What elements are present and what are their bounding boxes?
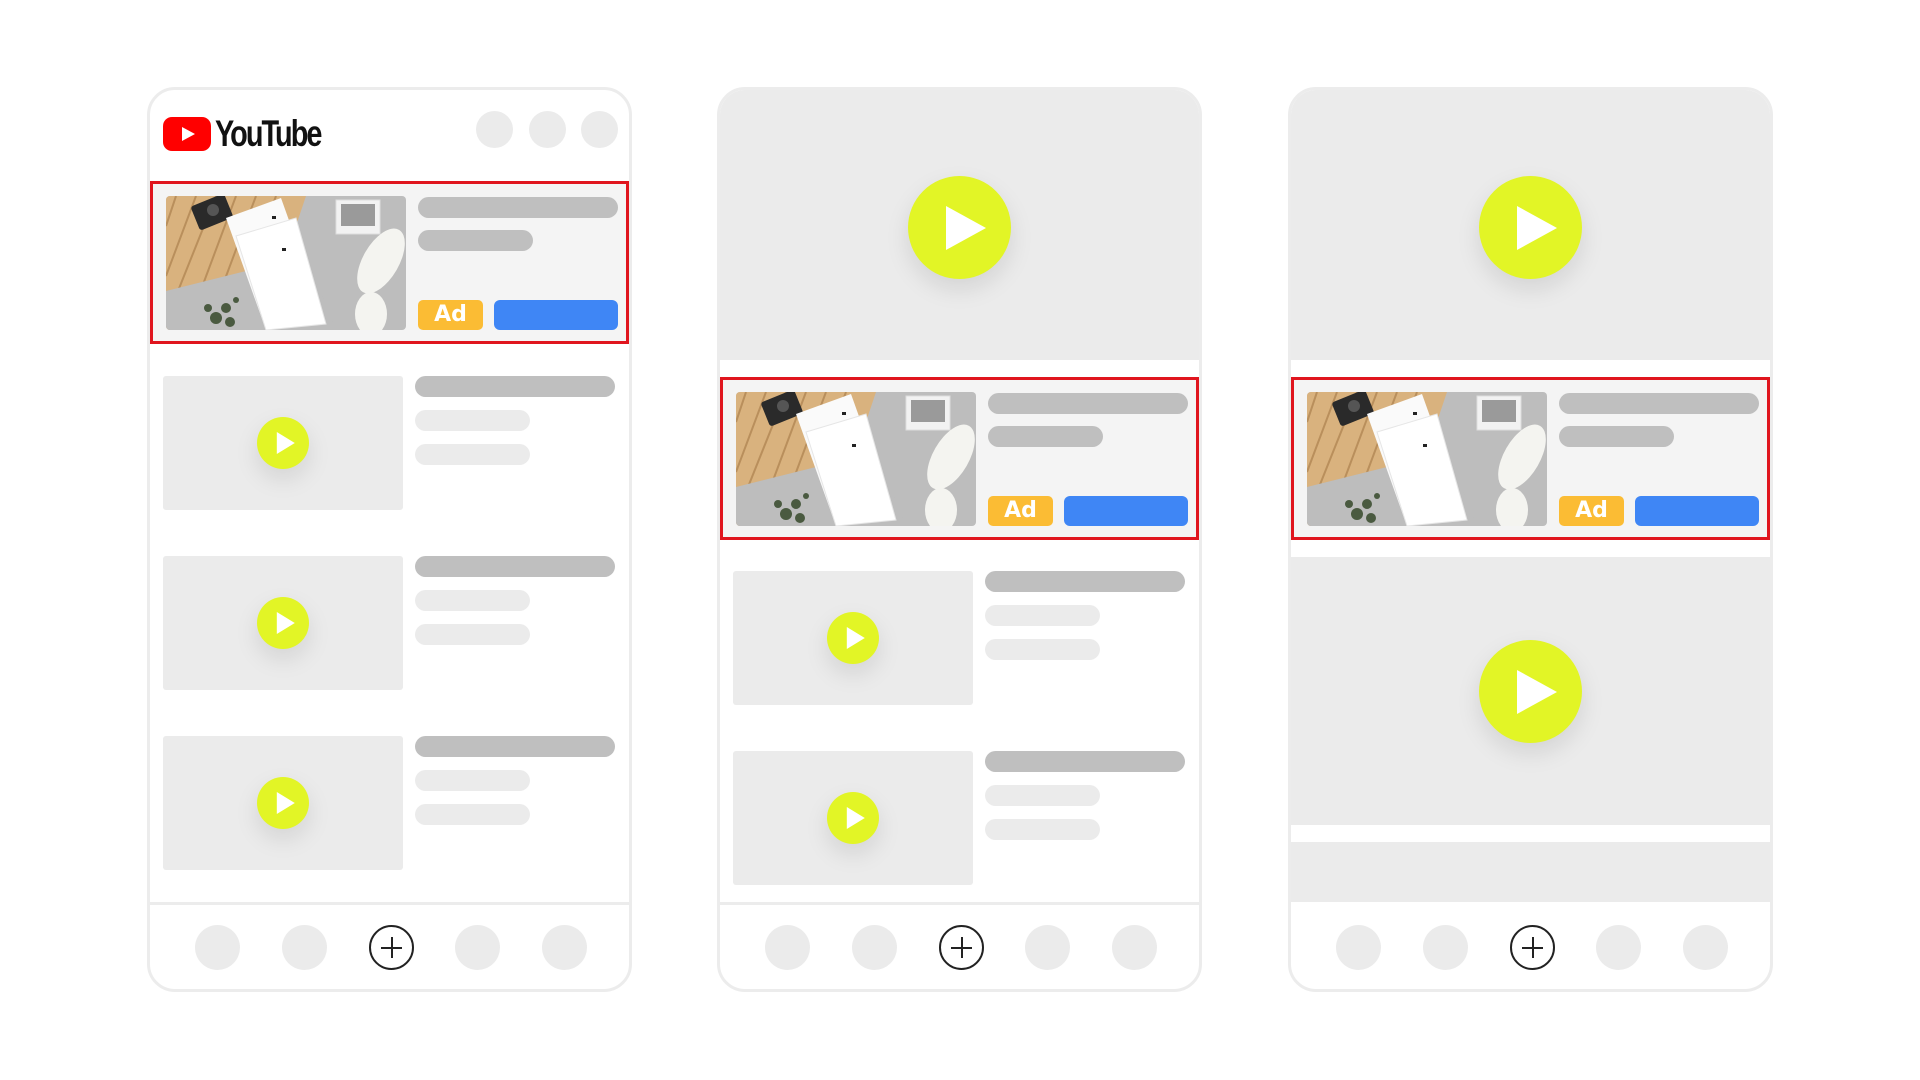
- header-icon-1[interactable]: [476, 111, 513, 148]
- video-list-item[interactable]: [733, 571, 1185, 705]
- play-icon[interactable]: [257, 777, 309, 829]
- content-placeholder: [1291, 842, 1770, 902]
- video-meta-placeholder: [415, 444, 530, 465]
- nav-item-2[interactable]: [282, 925, 327, 970]
- video-thumbnail[interactable]: [163, 376, 403, 510]
- play-icon[interactable]: [1479, 640, 1582, 743]
- play-icon[interactable]: [908, 176, 1011, 279]
- ad-badge: Ad: [1559, 496, 1624, 526]
- in-feed-ad-highlighted[interactable]: Ad: [720, 377, 1199, 540]
- video-list-item[interactable]: [163, 376, 615, 510]
- plus-circle-icon[interactable]: [1510, 925, 1555, 970]
- video-meta-placeholder: [415, 590, 530, 611]
- nav-item-1[interactable]: [1336, 925, 1381, 970]
- video-thumbnail[interactable]: [733, 751, 973, 885]
- ad-product-image: [736, 392, 976, 526]
- video-title-placeholder: [415, 376, 615, 397]
- ad-thumbnail[interactable]: [166, 196, 406, 330]
- ad-thumbnail[interactable]: [1307, 392, 1547, 526]
- bottom-nav-divider: [150, 902, 629, 905]
- ad-title-placeholder: [988, 393, 1188, 414]
- video-meta-placeholder: [415, 770, 530, 791]
- header-icon-2[interactable]: [529, 111, 566, 148]
- ad-title-placeholder: [1559, 393, 1759, 414]
- play-icon[interactable]: [1479, 176, 1582, 279]
- ad-product-image: [1307, 392, 1547, 526]
- youtube-play-icon: [163, 116, 211, 151]
- ad-product-image: [166, 196, 406, 330]
- video-meta-placeholder: [985, 819, 1100, 840]
- nav-item-1[interactable]: [195, 925, 240, 970]
- in-feed-ad-highlighted[interactable]: Ad: [150, 181, 629, 344]
- next-video-player[interactable]: [1291, 557, 1770, 825]
- hero-video-player[interactable]: [720, 90, 1199, 360]
- nav-item-2[interactable]: [852, 925, 897, 970]
- nav-item-1[interactable]: [765, 925, 810, 970]
- phone-watch-page-next: Ad: [1288, 87, 1773, 992]
- ad-cta-button[interactable]: [1635, 496, 1759, 526]
- nav-item-5[interactable]: [1112, 925, 1157, 970]
- nav-item-5[interactable]: [542, 925, 587, 970]
- nav-item-5[interactable]: [1683, 925, 1728, 970]
- ad-title-placeholder: [418, 197, 618, 218]
- plus-circle-icon[interactable]: [939, 925, 984, 970]
- ad-badge: Ad: [988, 496, 1053, 526]
- video-title-placeholder: [985, 571, 1185, 592]
- video-thumbnail[interactable]: [733, 571, 973, 705]
- video-thumbnail[interactable]: [163, 736, 403, 870]
- play-icon[interactable]: [257, 597, 309, 649]
- play-icon[interactable]: [827, 792, 879, 844]
- ad-subtitle-placeholder: [1559, 426, 1674, 447]
- ad-cta-button[interactable]: [1064, 496, 1188, 526]
- ad-subtitle-placeholder: [988, 426, 1103, 447]
- video-meta-placeholder: [985, 605, 1100, 626]
- ad-cta-button[interactable]: [494, 300, 618, 330]
- play-icon[interactable]: [257, 417, 309, 469]
- youtube-logo[interactable]: YouTube: [163, 115, 350, 152]
- video-title-placeholder: [415, 736, 615, 757]
- nav-item-4[interactable]: [1596, 925, 1641, 970]
- ad-badge: Ad: [418, 300, 483, 330]
- play-icon[interactable]: [827, 612, 879, 664]
- video-list-item[interactable]: [163, 736, 615, 870]
- video-meta-placeholder: [985, 785, 1100, 806]
- ad-subtitle-placeholder: [418, 230, 533, 251]
- header-icon-3[interactable]: [581, 111, 618, 148]
- nav-item-4[interactable]: [1025, 925, 1070, 970]
- video-list-item[interactable]: [733, 751, 1185, 885]
- video-meta-placeholder: [415, 624, 530, 645]
- plus-circle-icon[interactable]: [369, 925, 414, 970]
- video-thumbnail[interactable]: [163, 556, 403, 690]
- video-title-placeholder: [985, 751, 1185, 772]
- phone-home-feed: YouTube Ad: [147, 87, 632, 992]
- bottom-nav-divider: [720, 902, 1199, 905]
- video-title-placeholder: [415, 556, 615, 577]
- video-meta-placeholder: [985, 639, 1100, 660]
- phone-watch-page: Ad: [717, 87, 1202, 992]
- nav-item-2[interactable]: [1423, 925, 1468, 970]
- youtube-wordmark: YouTube: [215, 113, 322, 154]
- video-meta-placeholder: [415, 804, 530, 825]
- video-list-item[interactable]: [163, 556, 615, 690]
- video-meta-placeholder: [415, 410, 530, 431]
- ad-thumbnail[interactable]: [736, 392, 976, 526]
- in-feed-ad-highlighted[interactable]: Ad: [1291, 377, 1770, 540]
- nav-item-4[interactable]: [455, 925, 500, 970]
- hero-video-player[interactable]: [1291, 90, 1770, 360]
